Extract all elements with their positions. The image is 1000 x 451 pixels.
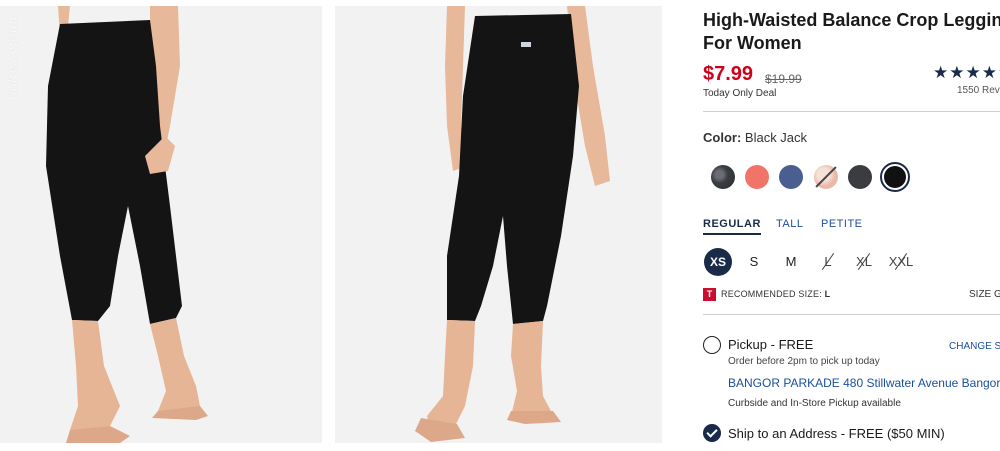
tab-tall[interactable]: TALL [776,218,803,230]
change-store-link[interactable]: CHANGE ST [949,341,1000,352]
divider [703,111,1000,112]
size-xxl-unavailable[interactable]: XXL [887,248,915,276]
size-guide-link[interactable]: SIZE GU [969,289,1000,300]
swatch-floral-pink[interactable] [814,165,838,189]
product-image-front[interactable]: ladies.ep.uu [0,6,322,443]
model-back-illustration [335,6,662,443]
sale-price: $7.99 [703,63,754,85]
ship-to-address-label: Ship to an Address - FREE ($50 MIN) [728,426,945,441]
store-subtitle: Curbside and In-Store Pickup available [728,398,901,409]
color-label-key: Color: [703,130,742,145]
product-title-line1: High-Waisted Balance Crop Leggings [703,10,1000,30]
deal-label: Today Only Deal [703,88,777,99]
model-front-illustration [0,6,322,443]
swatch-charcoal-marble[interactable] [711,165,735,189]
size-s[interactable]: S [740,248,768,276]
original-price: $19.99 [765,72,802,86]
unavailable-slash [815,166,837,188]
product-info-panel: High-Waisted Balance Crop Leggings For W… [703,0,1000,451]
recommended-size: RECOMMENDED SIZE: L [721,289,830,299]
brand-t-icon: T [703,288,716,301]
size-l-unavailable[interactable]: L [814,248,842,276]
divider [703,314,1000,315]
size-m[interactable]: M [777,248,805,276]
recommended-size-value: L [824,289,831,299]
color-label: Color: Black Jack [703,130,807,145]
size-xl-unavailable[interactable]: XL [850,248,878,276]
review-count-link[interactable]: 1550 Rev [957,85,1000,96]
tab-regular[interactable]: REGULAR [703,218,761,235]
pickup-subtitle: Order before 2pm to pick up today [728,356,880,367]
pickup-radio[interactable] [703,336,721,354]
swatch-black-jack-selected[interactable] [880,162,910,192]
pickup-title: Pickup - FREE [728,337,814,352]
swatch-navy-blue[interactable] [779,165,803,189]
swatch-coral[interactable] [745,165,769,189]
swatch-dark-gray[interactable] [848,165,872,189]
product-title-line2: For Women [703,33,802,53]
watermark-text: ladies.ep.uu [4,16,20,101]
color-value: Black Jack [744,130,808,145]
product-image-back[interactable] [335,6,662,443]
rating-stars-icon[interactable]: ★★★★★ [933,63,1000,83]
size-xs-selected[interactable]: XS [704,248,732,276]
store-name-link[interactable]: BANGOR PARKADE 480 Stillwater Avenue Ban… [728,376,1000,390]
recommended-size-label: RECOMMENDED SIZE: [721,289,822,299]
product-title: High-Waisted Balance Crop Leggings For W… [703,9,1000,55]
tab-petite[interactable]: PETITE [821,218,863,230]
ship-radio-checked[interactable] [703,424,721,442]
